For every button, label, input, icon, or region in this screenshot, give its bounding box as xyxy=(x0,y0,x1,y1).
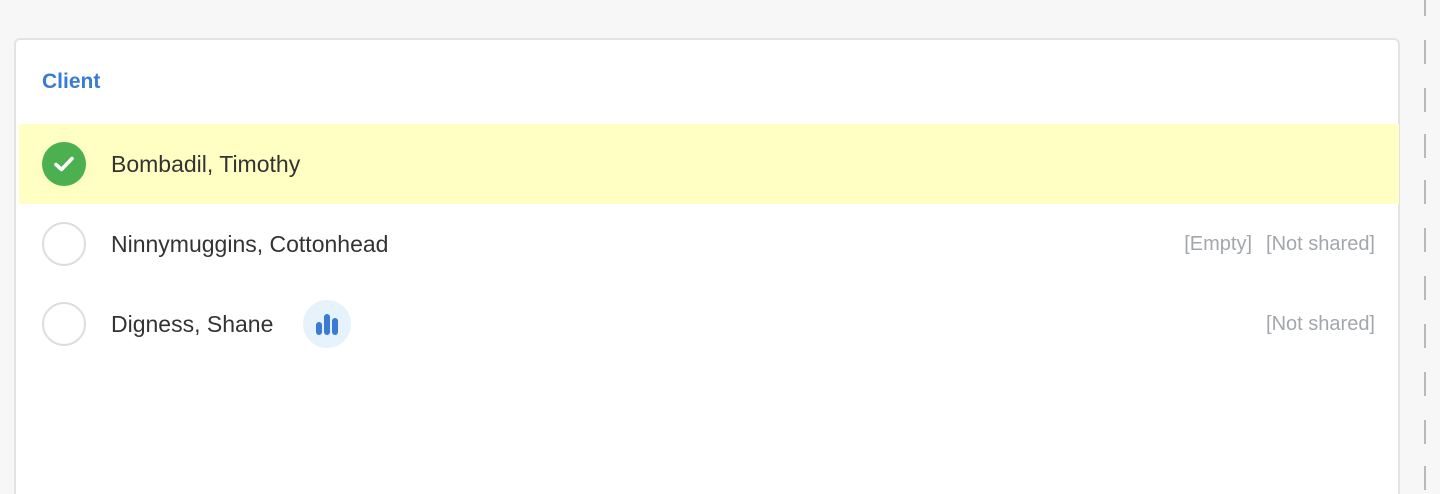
radio-empty-icon[interactable] xyxy=(42,302,86,346)
status-labels: [Empty] [Not shared] xyxy=(1184,232,1375,256)
scroll-tick xyxy=(1424,40,1426,64)
check-circle-icon[interactable] xyxy=(42,142,86,186)
page: Client Bombadil, Timothy Ninnymuggins, C… xyxy=(0,0,1440,494)
client-name: Bombadil, Timothy xyxy=(111,151,301,177)
scroll-tick xyxy=(1424,324,1426,348)
radio-empty-icon[interactable] xyxy=(42,222,86,266)
client-row-ninnymuggins[interactable]: Ninnymuggins, Cottonhead [Empty] [Not sh… xyxy=(19,204,1399,284)
status-labels: [Not shared] xyxy=(1266,312,1375,336)
client-list: Bombadil, Timothy Ninnymuggins, Cottonhe… xyxy=(19,124,1399,364)
scroll-tick xyxy=(1424,88,1426,112)
client-row-bombadil[interactable]: Bombadil, Timothy xyxy=(19,124,1399,204)
scroll-tick xyxy=(1424,0,1426,16)
scroll-tick xyxy=(1424,372,1426,396)
scroll-tick xyxy=(1424,466,1426,490)
client-row-digness[interactable]: Digness, Shane [Not shared] xyxy=(19,284,1399,364)
client-panel: Client Bombadil, Timothy Ninnymuggins, C… xyxy=(14,38,1400,494)
status-not-shared-label: [Not shared] xyxy=(1266,313,1375,335)
scroll-tick xyxy=(1424,228,1426,252)
panel-title: Client xyxy=(42,70,101,93)
scroll-tick xyxy=(1424,420,1426,444)
client-name: Digness, Shane xyxy=(111,311,274,337)
bar-chart-icon[interactable] xyxy=(303,300,351,348)
scroll-tick xyxy=(1424,134,1426,158)
status-not-shared-label: [Not shared] xyxy=(1266,233,1375,255)
status-empty-label: [Empty] xyxy=(1184,233,1253,255)
scroll-tick xyxy=(1424,180,1426,204)
client-name: Ninnymuggins, Cottonhead xyxy=(111,231,389,257)
scrollbar-track[interactable] xyxy=(1424,0,1428,494)
scroll-tick xyxy=(1424,276,1426,300)
